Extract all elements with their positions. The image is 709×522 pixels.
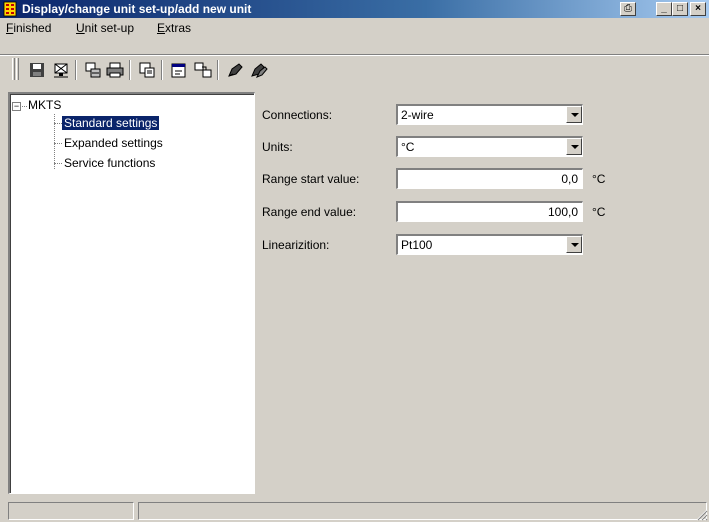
connections-select[interactable]: 2-wire — [396, 104, 583, 125]
connections-value: 2-wire — [401, 108, 434, 122]
title-bar[interactable]: Display/change unit set-up/add new unit … — [0, 0, 709, 18]
connections-label: Connections: — [262, 108, 333, 122]
printer-icon: ⎙ — [624, 3, 632, 14]
range-end-input[interactable]: 100,0 — [396, 201, 583, 222]
linearization-label: Linearizition: — [262, 238, 330, 252]
maximize-icon: □ — [676, 3, 684, 14]
pen-button[interactable] — [224, 60, 246, 80]
chevron-down-icon[interactable] — [566, 138, 582, 155]
tree-item-standard-settings[interactable]: Standard settings — [60, 115, 161, 131]
range-start-unit: °C — [592, 172, 606, 186]
window-title: Display/change unit set-up/add new unit — [22, 2, 252, 16]
units-label: Units: — [262, 140, 293, 154]
range-start-label: Range start value: — [262, 172, 360, 186]
minimize-button[interactable]: _ — [656, 2, 672, 16]
chevron-down-icon[interactable] — [566, 236, 582, 253]
menu-finished[interactable]: Finished — [6, 21, 51, 35]
toolbar-grip[interactable] — [12, 58, 15, 80]
collapse-icon[interactable]: − — [12, 102, 21, 111]
transfer-button[interactable] — [82, 60, 104, 80]
tree-view[interactable]: − MKTS Standard settings Expanded settin… — [8, 92, 255, 494]
pen-double-button[interactable] — [248, 60, 270, 80]
linearization-select[interactable]: Pt100 — [396, 234, 583, 255]
menu-extras[interactable]: Extras — [157, 21, 191, 35]
units-select[interactable]: °C — [396, 136, 583, 157]
tree-item-service-functions[interactable]: Service functions — [64, 156, 155, 170]
menu-bar: Finished Unit set-up Extras — [0, 18, 709, 38]
toolbar-grip[interactable] — [16, 58, 19, 80]
menu-unit-set-up[interactable]: Unit set-up — [76, 21, 134, 35]
properties-button[interactable] — [168, 60, 190, 80]
compare-button[interactable] — [192, 60, 214, 80]
status-panel-1 — [8, 502, 134, 520]
maximize-button[interactable]: □ — [672, 2, 688, 16]
toolbar-separator — [75, 60, 77, 80]
copy-button[interactable] — [136, 60, 158, 80]
pen-icon — [228, 63, 243, 77]
range-end-label: Range end value: — [262, 205, 357, 219]
toolbar-separator — [129, 60, 131, 80]
range-end-value: 100,0 — [547, 205, 578, 219]
tree-item-expanded-settings[interactable]: Expanded settings — [64, 136, 163, 150]
transfer-icon — [85, 62, 101, 78]
print-icon — [106, 62, 124, 78]
tree-root-mkts[interactable]: MKTS — [28, 98, 61, 112]
range-start-value: 0,0 — [561, 172, 578, 186]
network-button[interactable] — [50, 60, 72, 80]
network-icon — [54, 63, 68, 78]
save-icon — [30, 63, 44, 77]
save-button[interactable] — [26, 60, 48, 80]
status-panel-2 — [138, 502, 707, 520]
app-icon[interactable] — [2, 1, 18, 17]
copy-icon — [139, 62, 155, 78]
chevron-down-icon[interactable] — [566, 106, 582, 123]
print-window-button[interactable]: ⎙ — [620, 2, 636, 16]
linearization-value: Pt100 — [401, 238, 433, 252]
properties-icon — [171, 63, 186, 78]
units-value: °C — [401, 140, 415, 154]
pen-double-icon — [251, 63, 268, 78]
toolbar-separator — [161, 60, 163, 80]
toolbar-separator — [217, 60, 219, 80]
minimize-icon: _ — [661, 3, 667, 14]
status-bar — [0, 500, 709, 522]
compare-icon — [194, 62, 212, 78]
close-icon: × — [695, 3, 701, 14]
range-start-input[interactable]: 0,0 — [396, 168, 583, 189]
close-button[interactable]: × — [690, 2, 706, 16]
resize-grip-icon[interactable] — [696, 509, 708, 521]
print-button[interactable] — [104, 60, 126, 80]
range-end-unit: °C — [592, 205, 606, 219]
